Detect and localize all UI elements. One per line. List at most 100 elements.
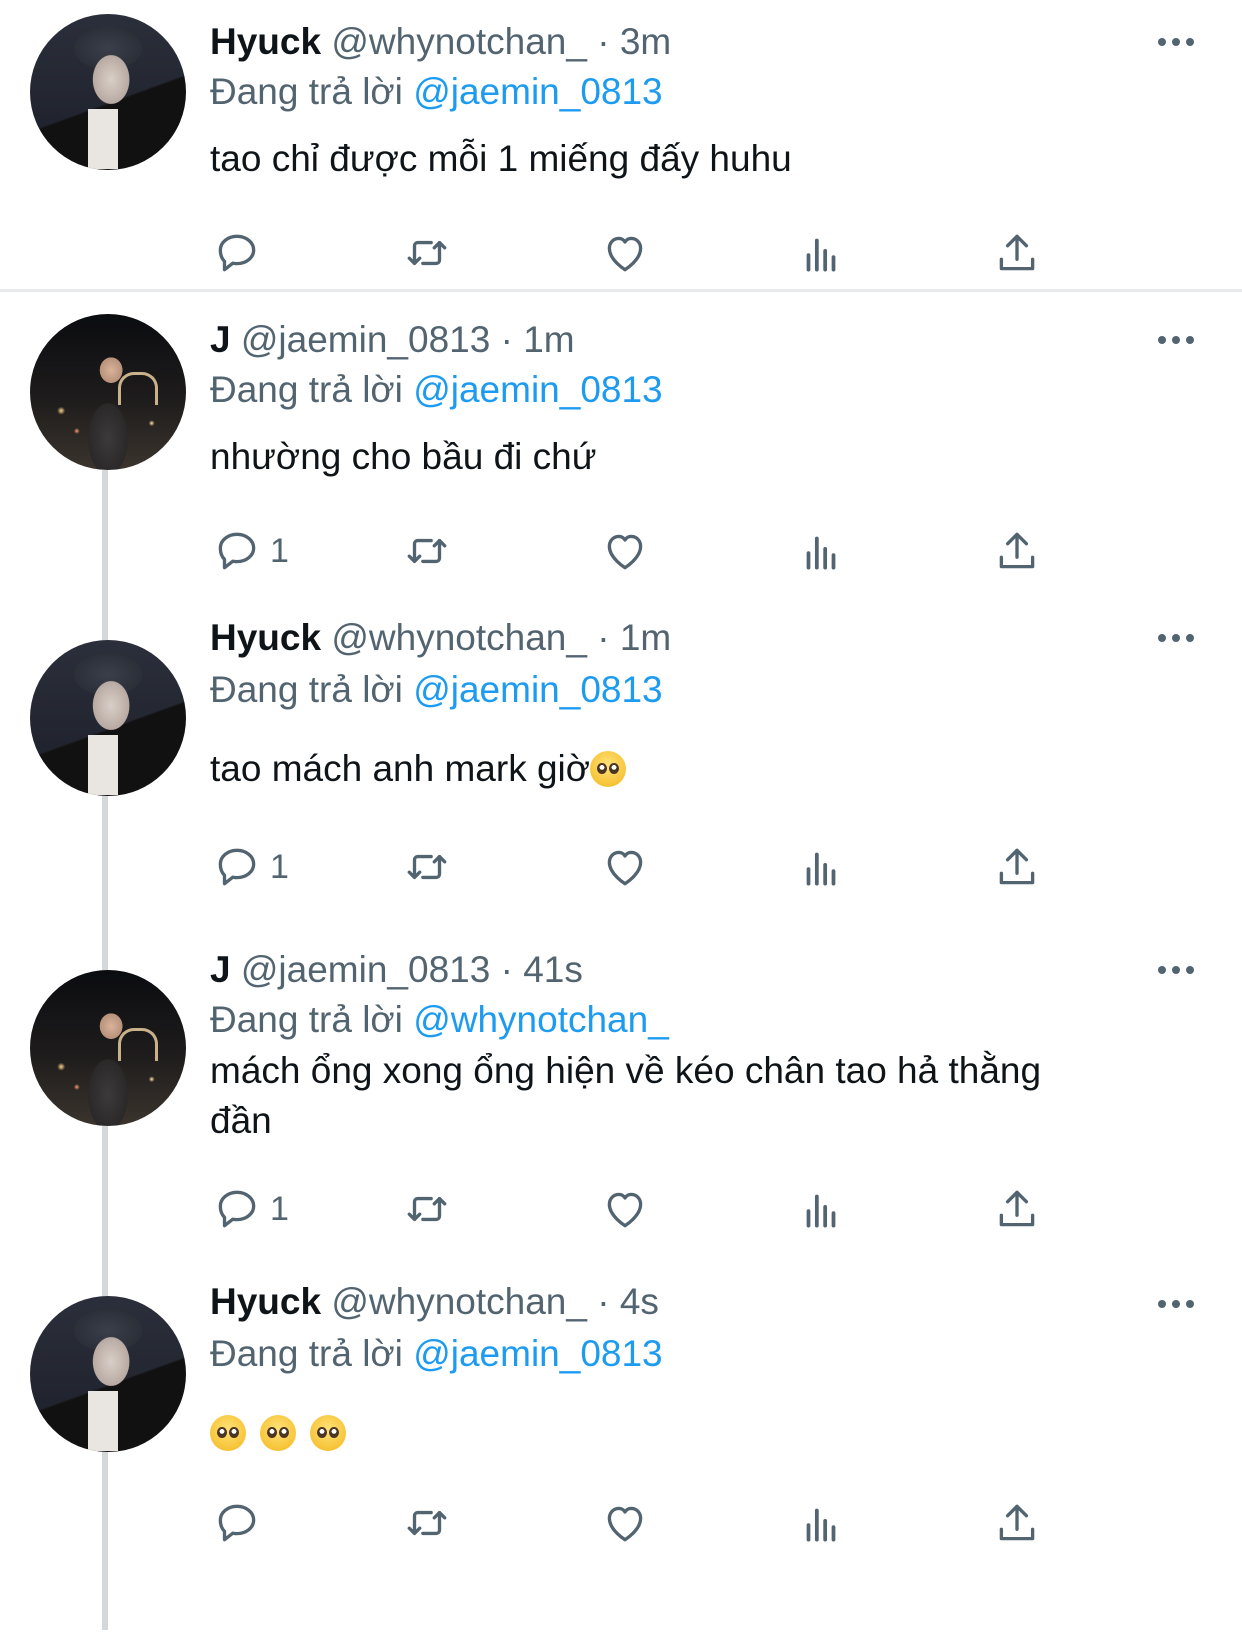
analytics-icon (806, 1194, 836, 1228)
tweet-actions: 1 (0, 1184, 1242, 1234)
heart-icon (607, 236, 643, 272)
avatar[interactable] (30, 1296, 186, 1452)
share-icon (999, 848, 1035, 885)
analytics-button[interactable] (796, 1498, 846, 1548)
reply-button[interactable]: 1 (212, 1184, 289, 1234)
tweet-body (210, 1408, 1090, 1458)
tweet-actions: 1 (0, 526, 1242, 576)
mention-link[interactable]: @whynotchan_ (413, 999, 669, 1040)
like-button[interactable] (600, 1498, 650, 1548)
timestamp[interactable]: 1m (523, 319, 574, 360)
tweet[interactable]: Hyuck @whynotchan_ · 3m Đang trả lời @ja… (0, 0, 1242, 295)
mention-link[interactable]: @jaemin_0813 (413, 669, 662, 710)
display-name[interactable]: Hyuck (210, 1281, 321, 1322)
retweet-button[interactable] (402, 228, 452, 278)
reply-button[interactable] (212, 228, 262, 278)
tweet-header: Hyuck @whynotchan_ · 3m (210, 20, 671, 64)
timestamp[interactable]: 41s (523, 949, 583, 990)
analytics-button[interactable] (796, 526, 846, 576)
analytics-icon (806, 536, 836, 570)
avatar[interactable] (30, 640, 186, 796)
more-options-icon[interactable] (1158, 334, 1198, 346)
tweet-header: Hyuck @whynotchan_ · 1m (210, 616, 671, 660)
tweet-body: tao mách anh mark giờ (210, 744, 1090, 794)
heart-icon (607, 534, 643, 570)
avatar[interactable] (30, 314, 186, 470)
timestamp[interactable]: 4s (620, 1281, 659, 1322)
share-button[interactable] (992, 228, 1042, 278)
mention-link[interactable]: @jaemin_0813 (413, 71, 662, 112)
separator-dot: · (500, 319, 513, 360)
reply-icon (218, 848, 256, 886)
retweet-button[interactable] (402, 1184, 452, 1234)
share-icon (999, 532, 1035, 569)
reply-count: 1 (270, 847, 289, 886)
tweet-header: J @jaemin_0813 · 1m (210, 318, 575, 362)
timestamp[interactable]: 3m (620, 21, 671, 62)
analytics-icon (806, 238, 836, 272)
reply-icon (218, 532, 256, 570)
share-icon (999, 1504, 1035, 1541)
tweet[interactable]: Hyuck @whynotchan_ · 4s Đang trả lời @ja… (0, 1278, 1242, 1637)
reply-icon (218, 1190, 256, 1228)
reply-button[interactable]: 1 (212, 842, 289, 892)
retweet-button[interactable] (402, 842, 452, 892)
replying-to: Đang trả lời @whynotchan_ (210, 998, 669, 1042)
reply-button[interactable] (212, 1498, 262, 1548)
retweet-icon (407, 1510, 447, 1536)
analytics-button[interactable] (796, 842, 846, 892)
like-button[interactable] (600, 842, 650, 892)
like-button[interactable] (600, 1184, 650, 1234)
display-name[interactable]: Hyuck (210, 617, 321, 658)
more-options-icon[interactable] (1158, 1298, 1198, 1310)
more-options-icon[interactable] (1158, 36, 1198, 48)
share-icon (999, 234, 1035, 271)
avatar[interactable] (30, 14, 186, 170)
user-handle[interactable]: @jaemin_0813 (241, 949, 490, 990)
share-button[interactable] (992, 1498, 1042, 1548)
display-name[interactable]: Hyuck (210, 21, 321, 62)
tweet-actions: 1 (0, 842, 1242, 892)
display-name[interactable]: J (210, 949, 231, 990)
tweet[interactable]: Hyuck @whynotchan_ · 1m Đang trả lời @ja… (0, 612, 1242, 922)
avatar[interactable] (30, 970, 186, 1126)
reply-icon (218, 1504, 256, 1542)
pleading-face-emoji (310, 1415, 346, 1451)
retweet-icon (407, 240, 447, 266)
replying-to: Đang trả lời @jaemin_0813 (210, 368, 663, 412)
separator-dot: · (597, 617, 610, 658)
reply-icon (218, 234, 256, 272)
user-handle[interactable]: @whynotchan_ (331, 1281, 587, 1322)
like-button[interactable] (600, 526, 650, 576)
replying-prefix: Đang trả lời (210, 1333, 403, 1374)
tweet-header: Hyuck @whynotchan_ · 4s (210, 1280, 659, 1324)
tweet-divider (0, 289, 1242, 292)
user-handle[interactable]: @whynotchan_ (331, 617, 587, 658)
retweet-button[interactable] (402, 526, 452, 576)
share-icon (999, 1190, 1035, 1227)
share-button[interactable] (992, 1184, 1042, 1234)
display-name[interactable]: J (210, 319, 231, 360)
mention-link[interactable]: @jaemin_0813 (413, 1333, 662, 1374)
user-handle[interactable]: @jaemin_0813 (241, 319, 490, 360)
heart-icon (607, 1192, 643, 1228)
retweet-button[interactable] (402, 1498, 452, 1548)
reply-button[interactable]: 1 (212, 526, 289, 576)
more-options-icon[interactable] (1158, 632, 1198, 644)
replying-to: Đang trả lời @jaemin_0813 (210, 1332, 663, 1376)
tweet-actions (0, 228, 1242, 278)
pleading-face-emoji (590, 751, 627, 787)
share-button[interactable] (992, 842, 1042, 892)
timestamp[interactable]: 1m (620, 617, 671, 658)
more-options-icon[interactable] (1158, 964, 1198, 976)
replying-prefix: Đang trả lời (210, 71, 403, 112)
like-button[interactable] (600, 228, 650, 278)
share-button[interactable] (992, 526, 1042, 576)
analytics-button[interactable] (796, 1184, 846, 1234)
tweet-text: tao chỉ được mỗi 1 miếng đấy huhu (210, 138, 792, 179)
analytics-button[interactable] (796, 228, 846, 278)
tweet[interactable]: J @jaemin_0813 · 41s Đang trả lời @whyno… (0, 930, 1242, 1270)
tweet[interactable]: J @jaemin_0813 · 1m Đang trả lời @jaemin… (0, 300, 1242, 590)
user-handle[interactable]: @whynotchan_ (331, 21, 587, 62)
mention-link[interactable]: @jaemin_0813 (413, 369, 662, 410)
